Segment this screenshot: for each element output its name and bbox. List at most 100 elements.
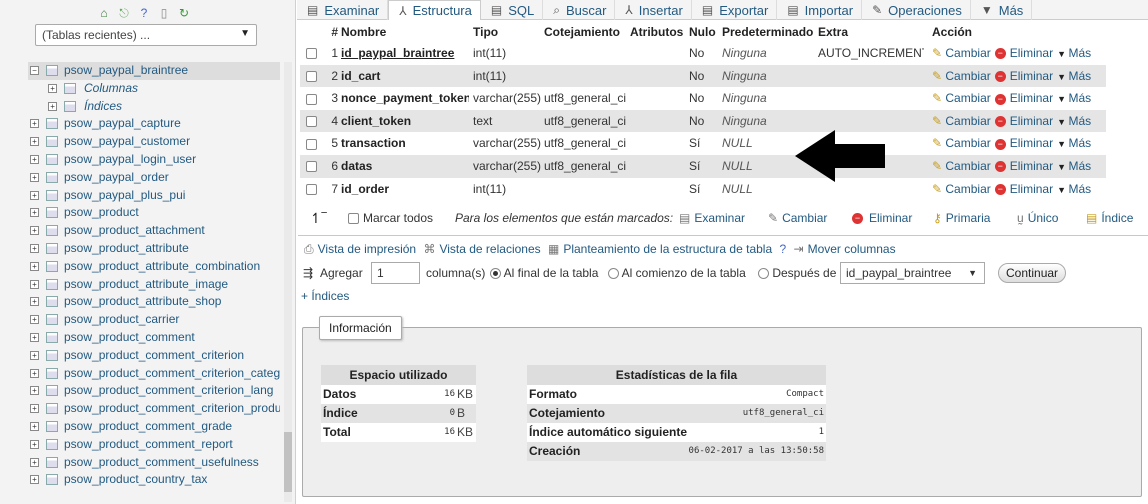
expand-icon[interactable]: +	[30, 279, 39, 289]
change-button[interactable]: ✎ Cambiar	[932, 46, 991, 60]
more-dropdown[interactable]: ▼ Más	[1057, 182, 1091, 196]
nav-scrollbar-thumb[interactable]	[284, 432, 292, 492]
tree-item-label[interactable]: psow_product_comment_criterion_catego	[64, 366, 280, 380]
position-start-label[interactable]: Al comienzo de la tabla	[622, 266, 746, 280]
col-header-attributes[interactable]: Atributos	[630, 22, 686, 42]
drop-button[interactable]: − Eliminar	[994, 182, 1053, 196]
tab-3[interactable]: ⌕ Buscar	[543, 0, 616, 20]
expand-icon[interactable]: +	[30, 243, 39, 253]
change-button[interactable]: ✎ Cambiar	[932, 136, 991, 150]
check-all-label[interactable]: Marcar todos	[363, 211, 433, 225]
radio-after[interactable]	[758, 268, 769, 280]
tree-table-item[interactable]: + psow_product_attribute	[28, 240, 280, 258]
expand-icon[interactable]: +	[48, 83, 57, 93]
change-button[interactable]: ✎ Cambiar	[932, 91, 991, 105]
tree-item-label[interactable]: Índices	[84, 99, 122, 113]
tree-item-label[interactable]: psow_product_comment_criterion	[64, 348, 244, 362]
bulk-index-button[interactable]: ▤ Índice	[1086, 208, 1133, 228]
tab-1[interactable]: ⅄ Estructura	[388, 0, 481, 20]
tree-item-label[interactable]: psow_product_comment_criterion_produc	[64, 401, 280, 415]
tree-item-label[interactable]: psow_product_comment	[64, 330, 195, 344]
change-button[interactable]: ✎ Cambiar	[932, 182, 991, 196]
help-icon[interactable]: ?	[779, 242, 786, 256]
tab-6[interactable]: ▤ Importar	[777, 0, 863, 20]
indexes-toggle-link[interactable]: + Índices	[301, 289, 349, 303]
check-all-checkbox[interactable]	[348, 213, 359, 225]
nav-scrollbar[interactable]	[284, 62, 292, 502]
tree-item-label[interactable]: psow_product_comment_criterion_lang	[64, 383, 273, 397]
tree-table-item[interactable]: + psow_paypal_plus_pui	[28, 187, 280, 205]
row-checkbox[interactable]	[306, 138, 317, 150]
expand-icon[interactable]: +	[30, 421, 39, 431]
tree-item-label[interactable]: psow_product_country_tax	[64, 472, 207, 486]
tree-item-label[interactable]: psow_product_attribute_image	[64, 277, 228, 291]
more-dropdown[interactable]: ▼ Más	[1057, 46, 1091, 60]
tab-2[interactable]: ▤ SQL	[481, 0, 544, 20]
bulk-unique-button[interactable]: ṵ Único	[1017, 208, 1058, 228]
tree-item-label[interactable]: psow_product_attribute_shop	[64, 294, 221, 308]
change-button[interactable]: ✎ Cambiar	[932, 159, 991, 173]
tree-table-item[interactable]: + psow_product_comment_criterion_produc	[28, 400, 280, 418]
home-icon[interactable]: ⌂	[96, 5, 112, 21]
change-button[interactable]: ✎ Cambiar	[932, 114, 991, 128]
col-header-name[interactable]: Nombre	[341, 22, 469, 42]
tree-item-label[interactable]: psow_product_attribute_combination	[64, 259, 260, 273]
tree-item-label[interactable]: psow_paypal_order	[64, 170, 169, 184]
column-name[interactable]: id_paypal_braintree	[341, 42, 469, 65]
tree-table-item[interactable]: + psow_product_comment_criterion_lang	[28, 382, 280, 400]
print-view-link[interactable]: Vista de impresión	[318, 242, 417, 256]
change-button[interactable]: ✎ Cambiar	[932, 69, 991, 83]
expand-icon[interactable]: +	[30, 368, 39, 378]
tree-item-label[interactable]: psow_paypal_capture	[64, 116, 181, 130]
row-checkbox[interactable]	[306, 161, 317, 173]
check-all[interactable]: Marcar todos	[348, 208, 433, 228]
radio-start[interactable]	[608, 268, 619, 280]
help-icon[interactable]: ?	[136, 5, 152, 21]
expand-icon[interactable]: +	[30, 332, 39, 342]
tree-table-item[interactable]: + psow_paypal_order	[28, 169, 280, 187]
col-header-default[interactable]: Predeterminado	[722, 22, 816, 42]
expand-icon[interactable]: +	[30, 404, 39, 414]
tree-item-label[interactable]: psow_product	[64, 205, 139, 219]
tree-table-item[interactable]: + psow_paypal_login_user	[28, 151, 280, 169]
tree-item-label[interactable]: psow_paypal_braintree	[64, 63, 188, 77]
row-checkbox[interactable]	[306, 70, 317, 82]
more-dropdown[interactable]: ▼ Más	[1057, 114, 1091, 128]
tree-item-label[interactable]: psow_product_attribute	[64, 241, 189, 255]
expand-icon[interactable]: +	[30, 119, 39, 129]
tree-table-item[interactable]: + psow_product_comment	[28, 329, 280, 347]
tree-item-label[interactable]: psow_product_attachment	[64, 223, 205, 237]
expand-icon[interactable]: +	[30, 315, 39, 325]
expand-icon[interactable]: +	[30, 208, 39, 218]
logout-icon[interactable]: ⎋	[116, 5, 132, 21]
more-dropdown[interactable]: ▼ Más	[1057, 136, 1091, 150]
tree-item-label[interactable]: psow_product_comment_grade	[64, 419, 232, 433]
col-header-collation[interactable]: Cotejamiento	[544, 22, 628, 42]
position-end-label[interactable]: Al final de la tabla	[504, 266, 599, 280]
tree-table-item[interactable]: − psow_paypal_braintree	[28, 62, 280, 80]
collapse-icon[interactable]: −	[30, 66, 39, 75]
tab-8[interactable]: ▼ Más	[971, 0, 1033, 20]
expand-icon[interactable]: +	[30, 226, 39, 236]
expand-icon[interactable]: +	[30, 172, 39, 182]
expand-icon[interactable]: +	[30, 439, 39, 449]
add-count-input[interactable]: 1	[371, 262, 420, 284]
col-header-type[interactable]: Tipo	[473, 22, 543, 42]
after-column-select[interactable]: id_paypal_braintree ▼	[840, 262, 985, 284]
radio-end[interactable]	[490, 268, 501, 280]
drop-button[interactable]: − Eliminar	[994, 114, 1053, 128]
expand-icon[interactable]: +	[30, 297, 39, 307]
tree-table-item[interactable]: + psow_product_attribute_combination	[28, 258, 280, 276]
row-checkbox[interactable]	[306, 48, 317, 60]
reload-icon[interactable]: ↻	[176, 5, 192, 21]
expand-icon[interactable]: +	[30, 154, 39, 164]
tab-5[interactable]: ▤ Exportar	[692, 0, 778, 20]
tree-table-item[interactable]: + psow_product_comment_report	[28, 436, 280, 454]
expand-icon[interactable]: +	[30, 350, 39, 360]
row-checkbox[interactable]	[306, 116, 317, 128]
row-checkbox[interactable]	[306, 183, 317, 195]
tree-table-item[interactable]: + psow_product_comment_usefulness	[28, 454, 280, 472]
tree-table-item[interactable]: + psow_product_comment_criterion_catego	[28, 365, 280, 383]
col-header-extra[interactable]: Extra	[818, 22, 924, 42]
position-after-radio[interactable]: Después de	[758, 262, 836, 284]
